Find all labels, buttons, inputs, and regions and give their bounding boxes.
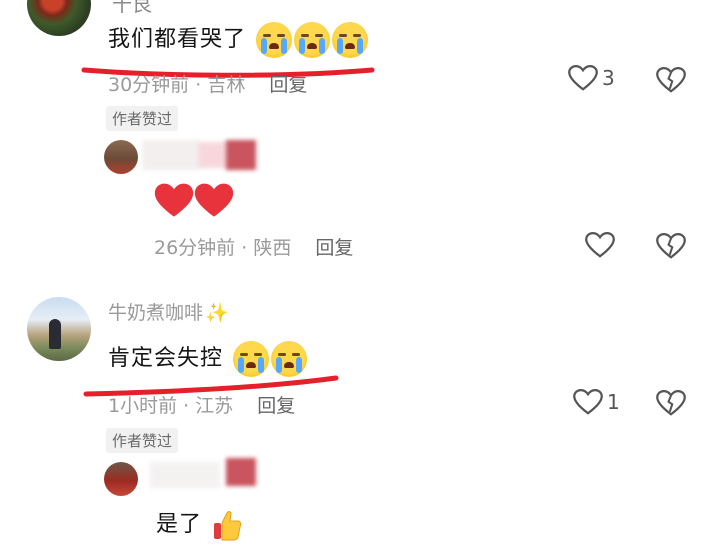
like-button[interactable] <box>585 231 615 259</box>
crying-face-emoji <box>332 22 369 58</box>
reply-button[interactable]: 回复 <box>315 237 353 259</box>
red-heart-emoji <box>194 180 234 220</box>
username[interactable]: 牛奶煮咖啡 ✨ <box>108 298 229 325</box>
comment-meta: 26分钟前 · 陕西 回复 <box>154 233 353 260</box>
comment-text-content: 肯定会失控 <box>108 346 224 371</box>
like-count: 1 <box>607 390 620 414</box>
blurred-username <box>226 140 256 170</box>
location: 陕西 <box>253 237 292 259</box>
location: 吉林 <box>207 74 246 96</box>
thumbs-up-emoji <box>212 509 242 541</box>
timestamp: 30分钟前 <box>108 74 190 96</box>
separator: · <box>177 395 196 417</box>
author-liked-badge: 作者赞过 <box>106 428 179 453</box>
author-liked-badge: 作者赞过 <box>106 106 179 131</box>
reply-text-content: 是了 <box>156 512 203 537</box>
avatar[interactable] <box>104 462 138 496</box>
reply-button[interactable]: 回复 <box>257 395 295 417</box>
like-count: 3 <box>602 66 615 90</box>
heart-outline-icon[interactable] <box>568 64 598 92</box>
avatar[interactable] <box>27 297 91 361</box>
separator: · <box>189 74 208 96</box>
blurred-username <box>142 140 200 170</box>
broken-heart-icon[interactable] <box>656 66 686 94</box>
username-cut: 十艮 <box>112 0 152 16</box>
like-button[interactable]: 1 <box>573 388 620 416</box>
reply-button[interactable]: 回复 <box>269 74 307 96</box>
timestamp: 26分钟前 <box>154 237 236 259</box>
crying-face-emoji <box>256 22 293 58</box>
reply-text: 是了 <box>156 506 242 541</box>
broken-heart-icon[interactable] <box>656 389 686 417</box>
blurred-username <box>198 142 228 168</box>
crying-face-emoji <box>294 22 331 58</box>
blurred-username <box>226 458 256 486</box>
avatar[interactable] <box>104 140 138 174</box>
like-button[interactable]: 3 <box>568 64 615 92</box>
reply-text <box>154 180 234 220</box>
location: 江苏 <box>195 395 234 417</box>
avatar[interactable] <box>27 0 91 36</box>
timestamp: 1小时前 <box>108 395 178 417</box>
heart-outline-icon[interactable] <box>573 388 603 416</box>
red-heart-emoji <box>154 180 194 220</box>
comment-meta: 1小时前 · 江苏 回复 <box>108 391 295 418</box>
comment-text: 我们都看哭了 <box>108 21 369 58</box>
username-text[interactable]: 牛奶煮咖啡 <box>108 302 203 324</box>
sparkles-emoji: ✨ <box>205 302 229 324</box>
blurred-username <box>150 462 220 488</box>
comment-text-content: 我们都看哭了 <box>108 27 247 52</box>
heart-outline-icon[interactable] <box>585 231 615 259</box>
separator: · <box>235 237 254 259</box>
comment-meta: 30分钟前 · 吉林 回复 <box>108 70 307 97</box>
broken-heart-icon[interactable] <box>656 232 686 260</box>
